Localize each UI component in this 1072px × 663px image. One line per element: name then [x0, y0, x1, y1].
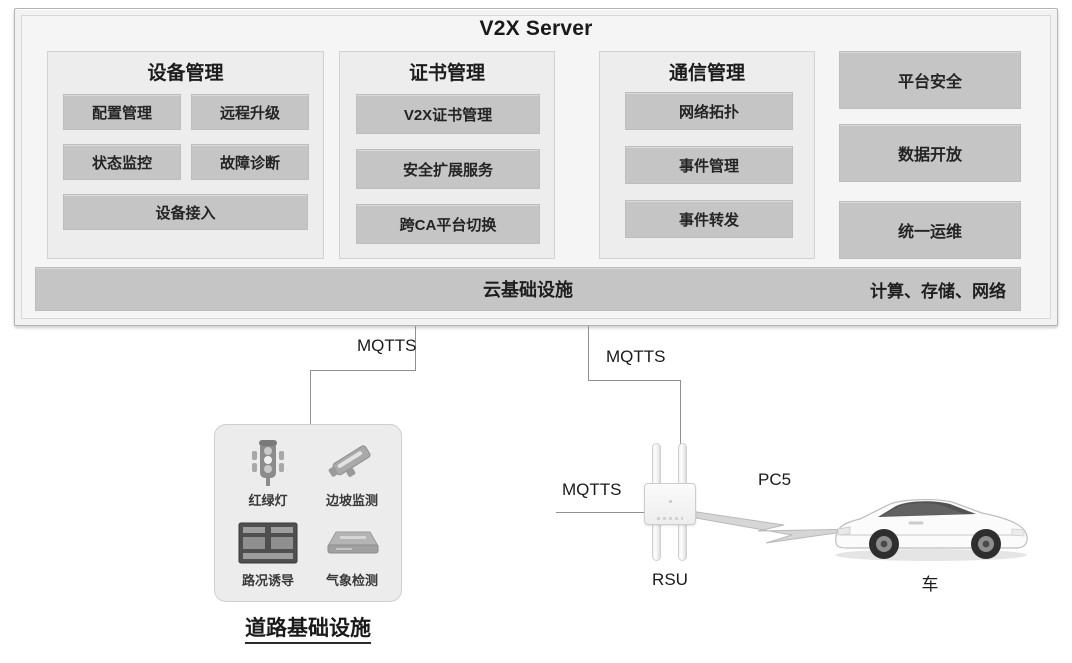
label-mqtts-rsu: MQTTS [562, 480, 622, 499]
road-item-slope-monitoring[interactable]: 边坡监测 [309, 437, 395, 517]
rsu-body [644, 483, 696, 525]
vehicle-icon[interactable] [826, 489, 1036, 565]
tile-data-opening[interactable]: 数据开放 [839, 124, 1021, 182]
group-certificate-management: 证书管理 V2X证书管理 安全扩展服务 跨CA平台切换 [339, 51, 555, 259]
tile-event-management[interactable]: 事件管理 [625, 146, 793, 184]
rsu-device-icon[interactable] [640, 443, 700, 563]
tile-cross-ca-platform-switch[interactable]: 跨CA平台切换 [356, 204, 540, 244]
rsu-led-icon [669, 500, 672, 503]
connector-right-vertical-bottom [680, 380, 681, 444]
tile-status-monitoring[interactable]: 状态监控 [63, 144, 181, 180]
tile-security-extension-service[interactable]: 安全扩展服务 [356, 149, 540, 189]
vehicle-label: 车 [921, 575, 939, 594]
label-mqtts-left: MQTTS [357, 336, 417, 355]
road-infrastructure-label: 道路基础设施 [214, 612, 402, 644]
traffic-light-icon [251, 437, 285, 489]
road-infrastructure-box: 红绿灯 边坡监测 路况诱导 气象检测 [214, 424, 402, 602]
connector-right-vertical-top [588, 326, 589, 380]
tile-network-topology[interactable]: 网络拓扑 [625, 92, 793, 130]
road-item-label-traffic-light: 红绿灯 [248, 493, 288, 508]
tile-event-forwarding[interactable]: 事件转发 [625, 200, 793, 238]
road-item-traffic-guidance[interactable]: 路况诱导 [225, 517, 311, 597]
tile-unified-operations[interactable]: 统一运维 [839, 201, 1021, 259]
tile-fault-diagnosis[interactable]: 故障诊断 [191, 144, 309, 180]
group-device-management: 设备管理 配置管理 远程升级 状态监控 故障诊断 设备接入 [47, 51, 324, 259]
v2x-server-panel: V2X Server 设备管理 配置管理 远程升级 状态监控 故障诊断 设备接入… [14, 8, 1058, 326]
group-title-communication-management: 通信管理 [668, 63, 745, 84]
road-infrastructure-label-text: 道路基础设施 [245, 617, 371, 644]
rsu-vents [657, 517, 683, 520]
road-item-label-slope-monitoring: 边坡监测 [325, 493, 378, 508]
cloud-resources-label: 计算、存储、网络 [870, 281, 1006, 301]
rsu-label: RSU [652, 570, 688, 589]
road-item-weather-detection[interactable]: 气象检测 [309, 517, 395, 597]
weather-detection-icon [324, 517, 380, 569]
traffic-guidance-board-icon [238, 517, 298, 569]
connector-right-horizontal [588, 380, 681, 381]
tile-v2x-certificate-management[interactable]: V2X证书管理 [356, 94, 540, 134]
label-mqtts-right: MQTTS [606, 347, 666, 366]
slope-monitoring-camera-icon [326, 437, 378, 489]
connector-rsu-horizontal [556, 512, 648, 513]
connector-left-vertical-bottom [310, 370, 311, 426]
road-item-traffic-light[interactable]: 红绿灯 [225, 437, 311, 517]
tile-device-access[interactable]: 设备接入 [63, 194, 308, 230]
tile-config-management[interactable]: 配置管理 [63, 94, 181, 130]
cloud-infrastructure-bar: 云基础设施 计算、存储、网络 [35, 267, 1021, 311]
group-communication-management: 通信管理 网络拓扑 事件管理 事件转发 [599, 51, 815, 259]
group-title-device-management: 设备管理 [147, 63, 224, 84]
page-title: V2X Server [479, 17, 593, 40]
tile-remote-upgrade[interactable]: 远程升级 [191, 94, 309, 130]
road-item-label-traffic-guidance: 路况诱导 [241, 573, 294, 588]
label-pc5: PC5 [758, 470, 792, 489]
tile-platform-security[interactable]: 平台安全 [839, 51, 1021, 109]
connector-left-horizontal [310, 370, 416, 371]
road-item-label-weather-detection: 气象检测 [325, 573, 378, 588]
group-title-certificate-management: 证书管理 [408, 63, 485, 84]
diagram-canvas: V2X Server 设备管理 配置管理 远程升级 状态监控 故障诊断 设备接入… [0, 0, 1072, 663]
